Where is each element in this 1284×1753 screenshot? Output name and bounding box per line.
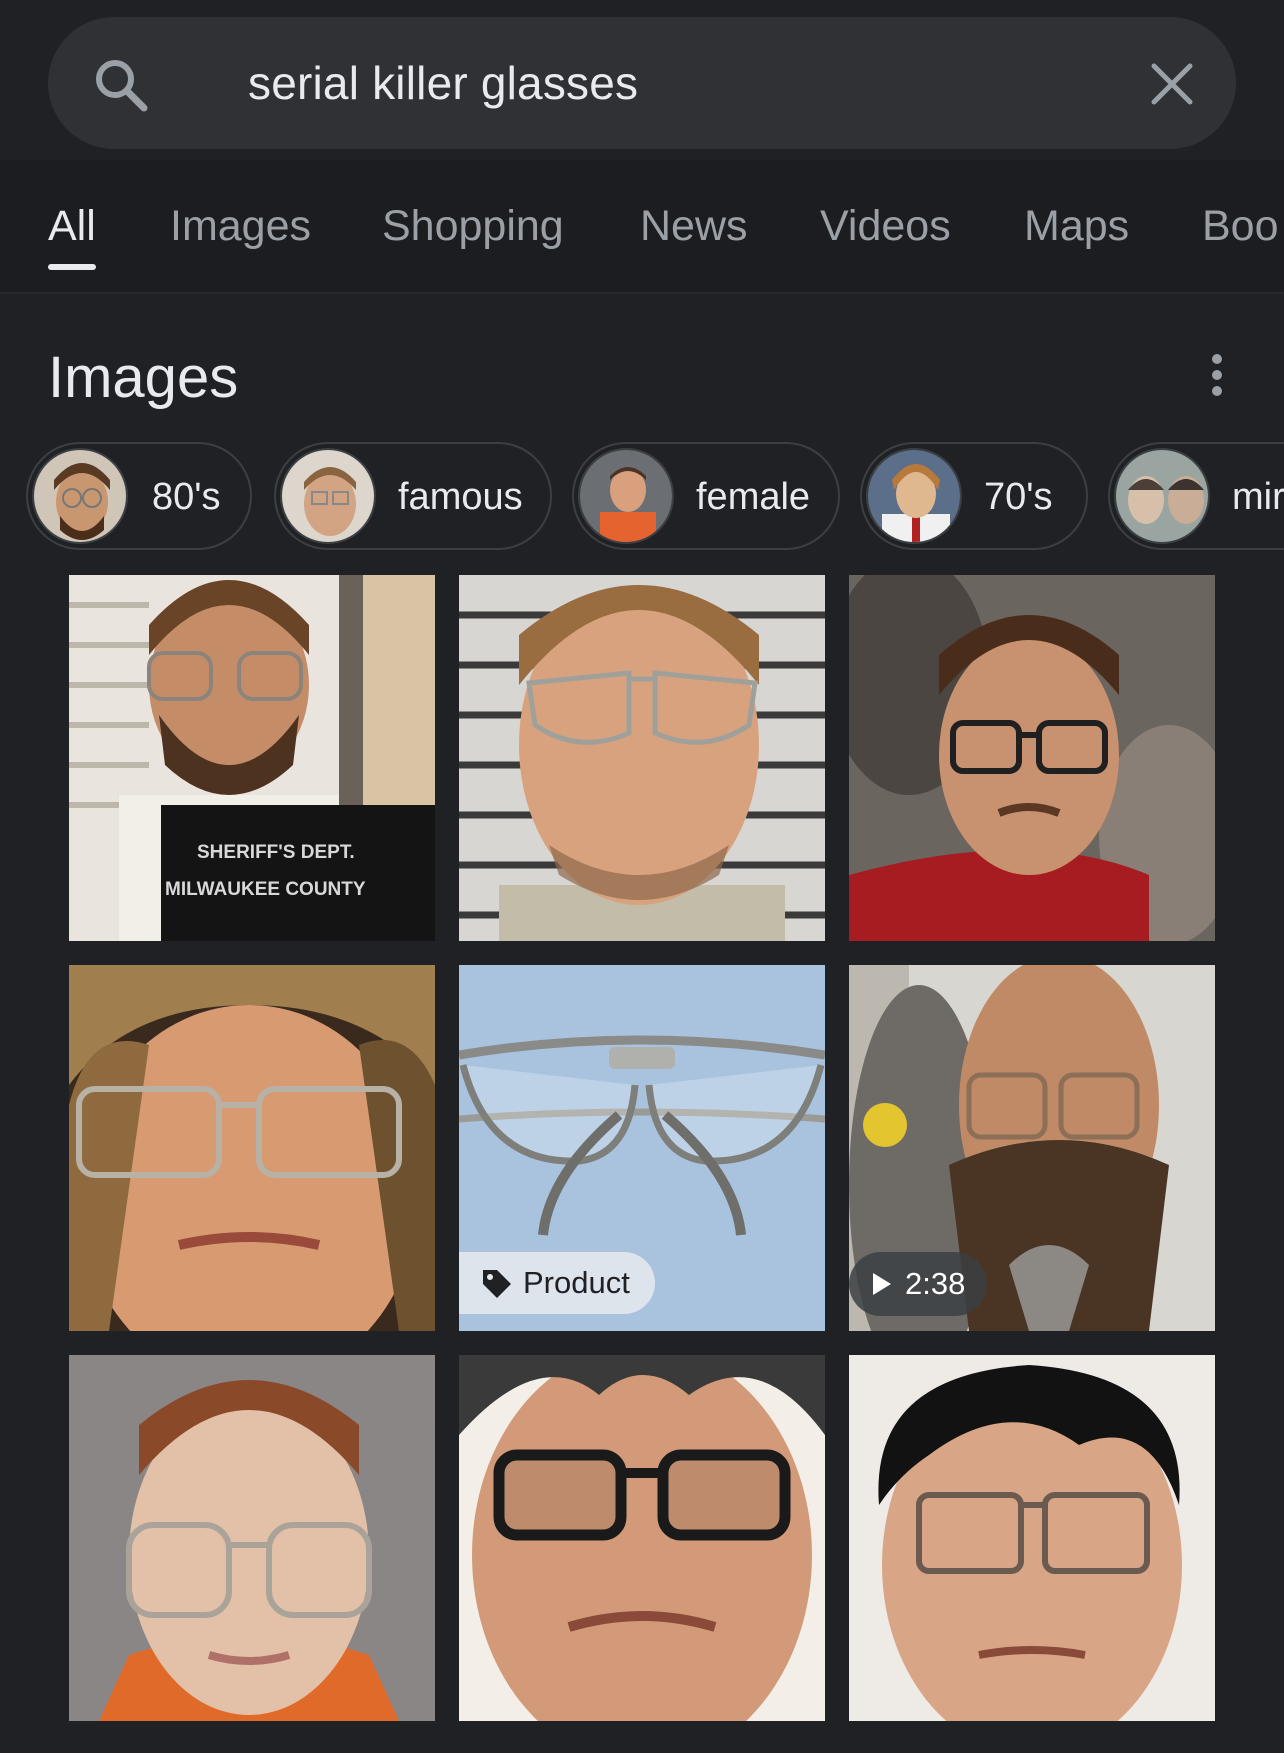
mugshot-sign-line1: SHERIFF'S DEPT.	[197, 842, 355, 863]
tab-images[interactable]: Images	[170, 202, 311, 251]
chip-80s[interactable]: 80's	[26, 442, 252, 550]
search-results-page: serial killer glasses All Images Shoppin…	[0, 0, 1284, 1753]
chip-thumbnail	[1114, 448, 1210, 544]
product-badge: Product	[459, 1252, 655, 1314]
tab-news[interactable]: News	[640, 202, 748, 251]
chip-thumbnail	[32, 448, 128, 544]
chip-female[interactable]: female	[572, 442, 840, 550]
play-icon	[873, 1273, 891, 1295]
image-result[interactable]	[849, 575, 1215, 941]
active-tab-indicator	[48, 264, 96, 270]
image-result[interactable]	[69, 965, 435, 1331]
chip-label: 70's	[984, 476, 1053, 518]
search-icon[interactable]	[92, 56, 150, 114]
search-bar[interactable]: serial killer glasses	[48, 17, 1236, 149]
refinement-chips: 80's famous female 70's mir	[0, 442, 1284, 550]
chip-label: famous	[398, 476, 523, 518]
chip-famous[interactable]: famous	[274, 442, 552, 550]
chip-70s[interactable]: 70's	[860, 442, 1088, 550]
product-badge-label: Product	[523, 1265, 630, 1300]
search-input[interactable]: serial killer glasses	[248, 56, 638, 110]
chip-thumbnail	[866, 448, 962, 544]
chip-label: 80's	[152, 476, 221, 518]
tab-all[interactable]: All	[48, 202, 96, 251]
tabs-divider	[0, 292, 1284, 294]
clear-icon[interactable]	[1148, 60, 1196, 108]
chip-label: female	[696, 476, 811, 518]
chip-thumbnail	[280, 448, 376, 544]
tab-maps[interactable]: Maps	[1024, 202, 1129, 251]
more-vert-icon[interactable]	[1205, 354, 1229, 396]
image-result[interactable]: SHERIFF'S DEPT. MILWAUKEE COUNTY	[69, 575, 435, 941]
image-result[interactable]: 2:38	[849, 965, 1215, 1331]
search-tabs: All Images Shopping News Videos Maps Boo	[0, 160, 1284, 292]
tab-shopping[interactable]: Shopping	[382, 202, 564, 251]
video-duration-badge: 2:38	[849, 1252, 987, 1316]
image-result[interactable]	[459, 1355, 825, 1721]
image-result[interactable]	[849, 1355, 1215, 1721]
chip-minimal[interactable]: mir	[1108, 442, 1284, 550]
tag-icon	[483, 1270, 511, 1298]
images-section-title: Images	[48, 345, 239, 410]
mugshot-sign-line2: MILWAUKEE COUNTY	[165, 879, 366, 900]
chip-thumbnail	[578, 448, 674, 544]
image-result[interactable]	[459, 575, 825, 941]
video-duration: 2:38	[905, 1266, 966, 1301]
image-result[interactable]	[69, 1355, 435, 1721]
image-result[interactable]: Product	[459, 965, 825, 1331]
chip-label: mir	[1232, 476, 1284, 518]
tab-books[interactable]: Boo	[1202, 202, 1279, 251]
tab-videos[interactable]: Videos	[820, 202, 951, 251]
